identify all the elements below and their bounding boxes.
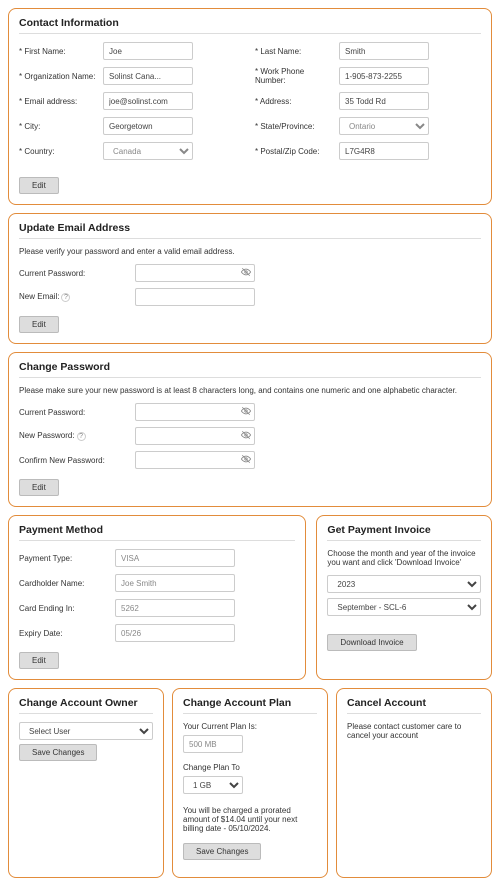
plan-prorate-msg: You will be charged a prorated amount of… xyxy=(183,806,317,833)
cp-current-pw-input[interactable] xyxy=(135,403,255,421)
address-input[interactable] xyxy=(339,92,429,110)
cp-confirm-pw-input[interactable] xyxy=(135,451,255,469)
update-email-edit-button[interactable]: Edit xyxy=(19,316,59,333)
cardholder-name-value xyxy=(115,574,235,592)
update-email-helper: Please verify your password and enter a … xyxy=(19,247,481,256)
last-name-input[interactable] xyxy=(339,42,429,60)
plan-save-button[interactable]: Save Changes xyxy=(183,843,261,860)
first-name-label: * First Name: xyxy=(19,47,97,56)
cancel-account-panel: Cancel Account Please contact customer c… xyxy=(336,688,492,878)
contact-edit-button[interactable]: Edit xyxy=(19,177,59,194)
eye-slash-icon[interactable] xyxy=(241,430,251,442)
plan-heading: Change Account Plan xyxy=(183,697,317,709)
state-select[interactable]: Ontario xyxy=(339,117,429,135)
contact-heading: Contact Information xyxy=(19,17,481,29)
cp-new-pw-input[interactable] xyxy=(135,427,255,445)
divider xyxy=(347,713,481,714)
payment-type-value xyxy=(115,549,235,567)
eye-slash-icon[interactable] xyxy=(241,454,251,466)
invoice-helper: Choose the month and year of the invoice… xyxy=(327,549,481,567)
change-password-helper: Please make sure your new password is at… xyxy=(19,386,481,395)
cp-new-pw-label: New Password:? xyxy=(19,431,129,441)
ue-current-pw-input[interactable] xyxy=(135,264,255,282)
plan-current-value xyxy=(183,735,243,753)
download-invoice-button[interactable]: Download Invoice xyxy=(327,634,416,651)
invoice-panel: Get Payment Invoice Choose the month and… xyxy=(316,515,492,680)
work-phone-input[interactable] xyxy=(339,67,429,85)
first-name-input[interactable] xyxy=(103,42,193,60)
city-input[interactable] xyxy=(103,117,193,135)
last-name-label: * Last Name: xyxy=(255,47,333,56)
postal-label: * Postal/Zip Code: xyxy=(255,147,333,156)
change-password-edit-button[interactable]: Edit xyxy=(19,479,59,496)
payment-method-panel: Payment Method Payment Type: Cardholder … xyxy=(8,515,306,680)
card-ending-label: Card Ending In: xyxy=(19,604,109,613)
email-label: * Email address: xyxy=(19,97,97,106)
cp-confirm-pw-label: Confirm New Password: xyxy=(19,456,129,465)
help-icon[interactable]: ? xyxy=(77,432,86,441)
org-name-input[interactable] xyxy=(103,67,193,85)
work-phone-label: * Work Phone Number: xyxy=(255,67,333,85)
owner-heading: Change Account Owner xyxy=(19,697,153,709)
cancel-msg: Please contact customer care to cancel y… xyxy=(347,722,481,740)
divider xyxy=(19,33,481,34)
address-label: * Address: xyxy=(255,97,333,106)
cp-current-pw-label: Current Password: xyxy=(19,408,129,417)
payment-type-label: Payment Type: xyxy=(19,554,109,563)
help-icon[interactable]: ? xyxy=(61,293,70,302)
plan-change-select[interactable]: 1 GB xyxy=(183,776,243,794)
ue-current-pw-label: Current Password: xyxy=(19,269,129,278)
divider xyxy=(327,540,481,541)
expiry-value xyxy=(115,624,235,642)
country-label: * Country: xyxy=(19,147,97,156)
card-ending-value xyxy=(115,599,235,617)
payment-heading: Payment Method xyxy=(19,524,295,536)
change-password-panel: Change Password Please make sure your ne… xyxy=(8,352,492,507)
update-email-heading: Update Email Address xyxy=(19,222,481,234)
state-label: * State/Province: xyxy=(255,122,333,131)
plan-change-label: Change Plan To xyxy=(183,763,317,772)
invoice-heading: Get Payment Invoice xyxy=(327,524,481,536)
change-owner-panel: Change Account Owner Select User Save Ch… xyxy=(8,688,164,878)
cancel-heading: Cancel Account xyxy=(347,697,481,709)
divider xyxy=(19,238,481,239)
change-plan-panel: Change Account Plan Your Current Plan Is… xyxy=(172,688,328,878)
expiry-label: Expiry Date: xyxy=(19,629,109,638)
payment-edit-button[interactable]: Edit xyxy=(19,652,59,669)
divider xyxy=(19,540,295,541)
postal-input[interactable] xyxy=(339,142,429,160)
eye-slash-icon[interactable] xyxy=(241,267,251,279)
plan-current-label: Your Current Plan Is: xyxy=(183,722,317,731)
change-password-heading: Change Password xyxy=(19,361,481,373)
invoice-year-select[interactable]: 2023 xyxy=(327,575,481,593)
invoice-month-select[interactable]: September - SCL-6 xyxy=(327,598,481,616)
divider xyxy=(19,377,481,378)
country-select[interactable]: Canada xyxy=(103,142,193,160)
org-name-label: * Organization Name: xyxy=(19,72,97,81)
cardholder-name-label: Cardholder Name: xyxy=(19,579,109,588)
contact-info-panel: Contact Information * First Name: * Orga… xyxy=(8,8,492,205)
ue-new-email-input[interactable] xyxy=(135,288,255,306)
owner-save-button[interactable]: Save Changes xyxy=(19,744,97,761)
ue-new-email-label: New Email:? xyxy=(19,292,129,302)
email-input[interactable] xyxy=(103,92,193,110)
update-email-panel: Update Email Address Please verify your … xyxy=(8,213,492,344)
city-label: * City: xyxy=(19,122,97,131)
divider xyxy=(183,713,317,714)
eye-slash-icon[interactable] xyxy=(241,406,251,418)
divider xyxy=(19,713,153,714)
owner-select[interactable]: Select User xyxy=(19,722,153,740)
